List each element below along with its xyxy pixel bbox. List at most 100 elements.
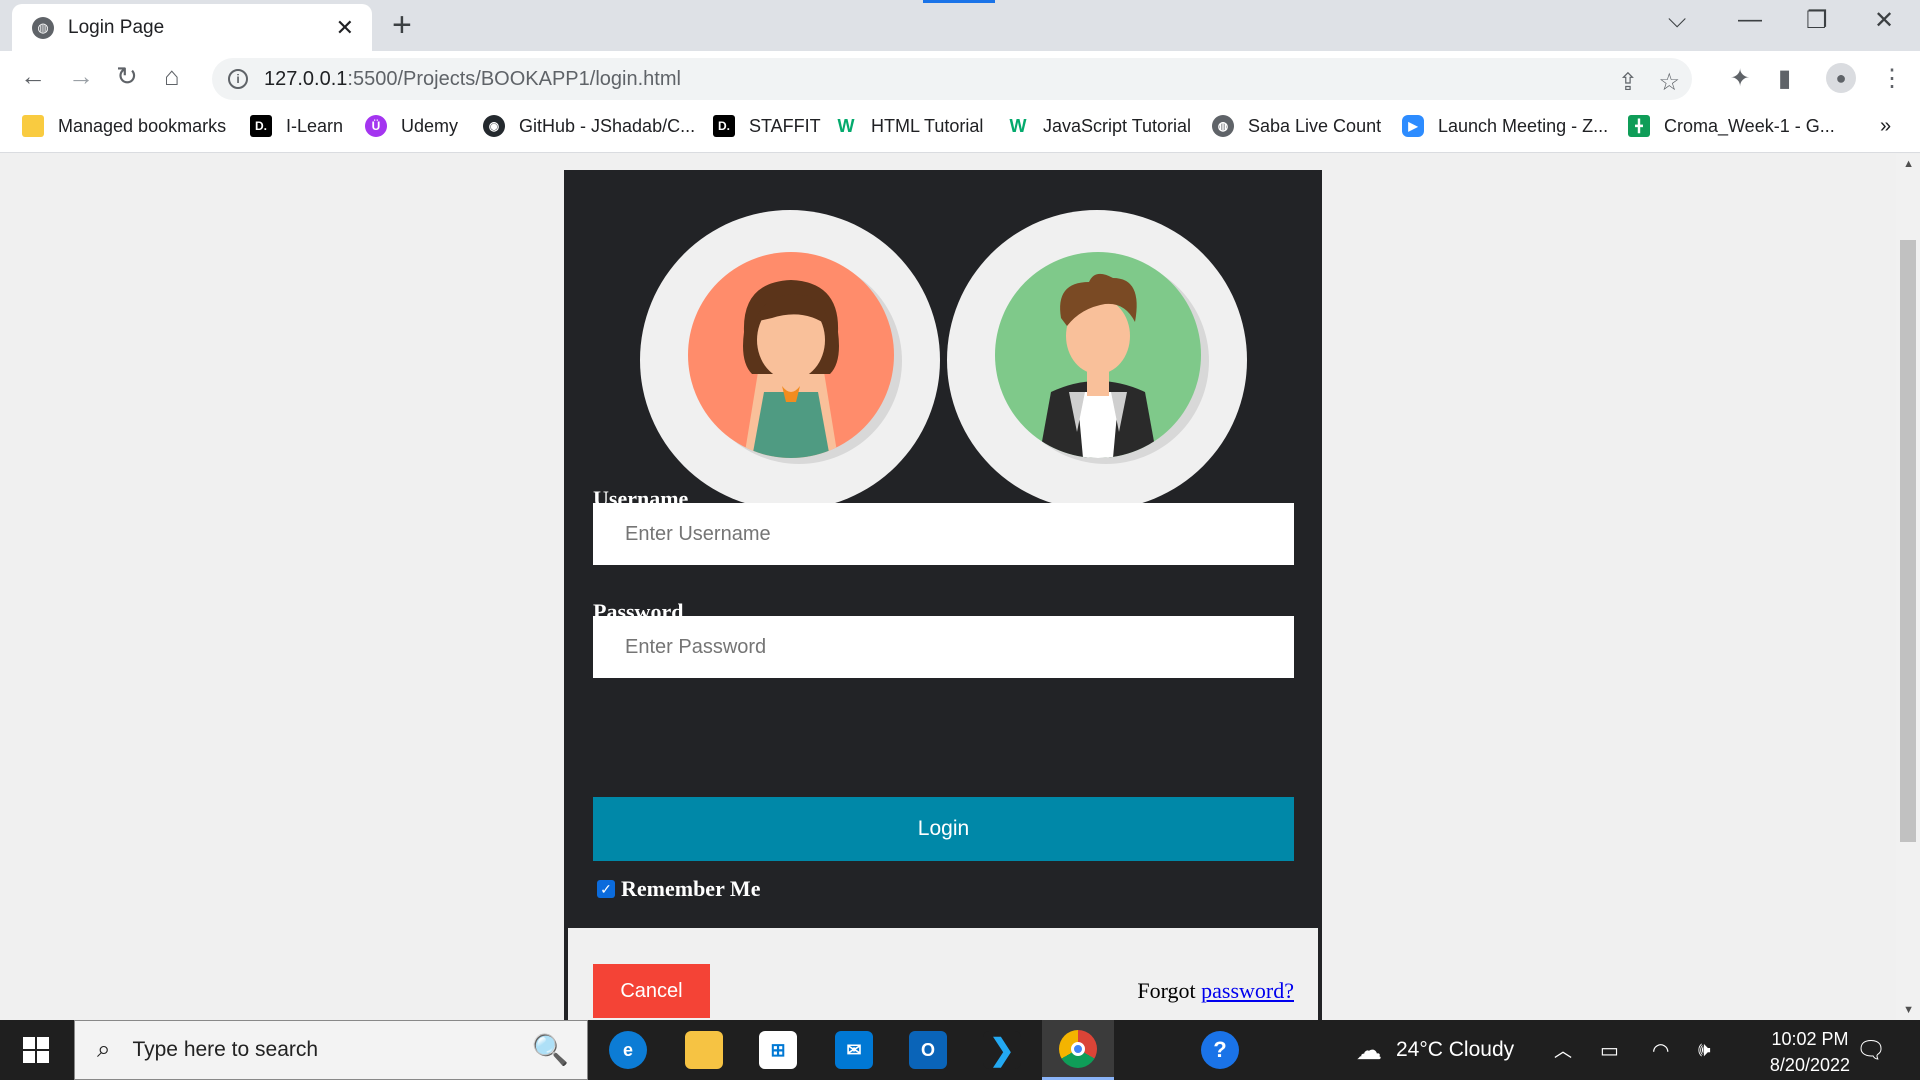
male-avatar-image: [995, 252, 1201, 458]
cancel-button[interactable]: Cancel: [593, 964, 710, 1018]
home-button[interactable]: ⌂: [164, 61, 180, 92]
bookmark-item[interactable]: D. STAFFIT: [713, 115, 821, 137]
new-tab-button[interactable]: +: [392, 6, 412, 45]
bookmark-item[interactable]: ▶ Launch Meeting - Z...: [1402, 115, 1608, 137]
windows-taskbar: ⌕ Type here to search 🔍 e ⊞ ✉ O ❯ ? ☁ 24…: [0, 1020, 1920, 1080]
more-bookmarks-button[interactable]: »: [1880, 115, 1891, 138]
outlook-app[interactable]: O: [892, 1020, 964, 1080]
profile-avatar-icon[interactable]: ●: [1826, 63, 1856, 93]
store-icon: ⊞: [759, 1031, 797, 1069]
male-avatar: [947, 210, 1247, 510]
bookmark-label: Launch Meeting - Z...: [1438, 115, 1609, 136]
cloud-icon: ☁: [1356, 1034, 1382, 1065]
bookmark-item[interactable]: D. I-Learn: [250, 115, 343, 137]
forward-button[interactable]: →: [68, 61, 94, 92]
bookmark-item[interactable]: Managed bookmarks: [22, 115, 226, 137]
start-button[interactable]: [0, 1020, 72, 1080]
remember-me-checkbox[interactable]: ✓: [597, 880, 615, 898]
side-panel-icon[interactable]: ▮: [1778, 64, 1791, 93]
card-border-right: [1318, 928, 1322, 1020]
active-tab[interactable]: ◍ Login Page ✕: [12, 4, 372, 51]
d-logo-icon: D.: [250, 115, 272, 137]
bookmark-item[interactable]: ╋ Croma_Week-1 - G...: [1628, 115, 1835, 137]
bookmark-item[interactable]: ◍ Saba Live Count: [1212, 115, 1381, 137]
weather-text: 24°C Cloudy: [1396, 1038, 1515, 1061]
tab-indicator: [923, 0, 995, 3]
bookmark-label: Udemy: [401, 115, 459, 136]
vscode-app[interactable]: ❯: [966, 1020, 1038, 1080]
bookmark-label: JavaScript Tutorial: [1043, 115, 1192, 136]
remember-me-row: ✓ Remember Me: [597, 876, 760, 902]
w3schools-icon: W: [837, 115, 855, 136]
folder-icon: [685, 1031, 723, 1069]
globe-icon: ◍: [32, 16, 54, 39]
bookmark-label: GitHub - JShadab/C...: [519, 115, 696, 136]
bookmark-item[interactable]: Ü Udemy: [365, 115, 458, 137]
tab-title: Login Page: [68, 16, 165, 38]
url-host: 127.0.0.1: [264, 67, 348, 90]
scroll-thumb[interactable]: [1900, 240, 1916, 842]
login-card: Username Password Login ✓ Remember Me: [564, 170, 1322, 928]
clock-date: 8/20/2022: [1769, 1055, 1850, 1075]
forgot-label: Forgot: [1137, 978, 1196, 1003]
system-clock[interactable]: 10:02 PM 8/20/2022: [1770, 1026, 1850, 1078]
bookmarks-bar: Managed bookmarks D. I-Learn Ü Udemy ◉ G…: [0, 106, 1920, 153]
username-input[interactable]: [593, 503, 1294, 565]
edge-app[interactable]: e: [592, 1020, 664, 1080]
reload-button[interactable]: ↻: [116, 61, 138, 92]
site-info-icon[interactable]: i: [228, 69, 248, 89]
notifications-icon[interactable]: 🗨: [1856, 1020, 1886, 1080]
bookmark-star-icon[interactable]: ☆: [1658, 68, 1680, 97]
forgot-password-text: Forgot password?: [1137, 978, 1294, 1004]
edge-icon: e: [609, 1031, 647, 1069]
address-bar[interactable]: i 127.0.0.1:5500/Projects/BOOKAPP1/login…: [212, 58, 1692, 100]
restore-button[interactable]: ❐: [1806, 6, 1828, 35]
login-button[interactable]: Login: [593, 797, 1294, 861]
bookmark-label: STAFFIT: [749, 115, 821, 136]
back-button[interactable]: ←: [20, 61, 46, 92]
female-avatar: [640, 210, 940, 510]
volume-icon[interactable]: 🕪: [1698, 1020, 1711, 1080]
weather-widget[interactable]: ☁ 24°C Cloudy: [1356, 1020, 1514, 1080]
github-icon: ◉: [483, 115, 505, 137]
bookmark-label: I-Learn: [286, 115, 344, 136]
scroll-up-icon[interactable]: ▲: [1903, 158, 1914, 170]
bookmark-item[interactable]: W JavaScript Tutorial: [1007, 115, 1192, 137]
login-card-footer: Cancel Forgot password?: [568, 928, 1318, 1020]
share-icon[interactable]: ⇪: [1618, 68, 1638, 97]
female-avatar-image: [688, 252, 894, 458]
bookmark-item[interactable]: W HTML Tutorial: [835, 115, 984, 137]
udemy-icon: Ü: [365, 115, 387, 137]
store-app[interactable]: ⊞: [742, 1020, 814, 1080]
taskbar-search-box[interactable]: ⌕ Type here to search 🔍: [74, 1020, 588, 1080]
globe-icon: ◍: [1212, 115, 1234, 137]
forgot-password-link[interactable]: password?: [1201, 978, 1294, 1003]
minimize-button[interactable]: —: [1738, 6, 1762, 34]
extensions-icon[interactable]: ✦: [1730, 64, 1750, 93]
browser-tab-strip: ◍ Login Page ✕ + ⌵ — ❐ ✕: [0, 0, 1920, 51]
folder-icon: [22, 115, 44, 137]
clock-time: 10:02 PM: [1771, 1029, 1849, 1049]
wifi-icon[interactable]: ◠: [1652, 1020, 1669, 1080]
w3schools-icon: W: [1009, 115, 1027, 136]
outlook-icon: O: [909, 1031, 947, 1069]
close-window-button[interactable]: ✕: [1874, 6, 1894, 35]
tray-overflow-icon[interactable]: ︿: [1554, 1020, 1572, 1080]
search-icon: ⌕: [97, 1036, 111, 1063]
page-scrollbar[interactable]: ▲ ▼: [1896, 154, 1920, 1020]
battery-icon[interactable]: ▭: [1600, 1020, 1619, 1080]
chrome-app[interactable]: [1042, 1020, 1114, 1080]
search-highlight-icon: 🔍: [531, 1033, 569, 1067]
password-input[interactable]: [593, 616, 1294, 678]
help-app[interactable]: ?: [1184, 1020, 1256, 1080]
search-placeholder: Type here to search: [132, 1038, 319, 1061]
zoom-icon: ▶: [1402, 115, 1424, 137]
mail-app[interactable]: ✉: [818, 1020, 890, 1080]
file-explorer-app[interactable]: [668, 1020, 740, 1080]
tab-search-chevron-icon[interactable]: ⌵: [1668, 6, 1686, 34]
vscode-icon: ❯: [983, 1031, 1021, 1069]
menu-kebab-icon[interactable]: ⋮: [1880, 64, 1904, 93]
close-tab-icon[interactable]: ✕: [336, 15, 354, 41]
bookmark-item[interactable]: ◉ GitHub - JShadab/C...: [483, 115, 695, 137]
scroll-down-icon[interactable]: ▼: [1903, 1004, 1914, 1016]
